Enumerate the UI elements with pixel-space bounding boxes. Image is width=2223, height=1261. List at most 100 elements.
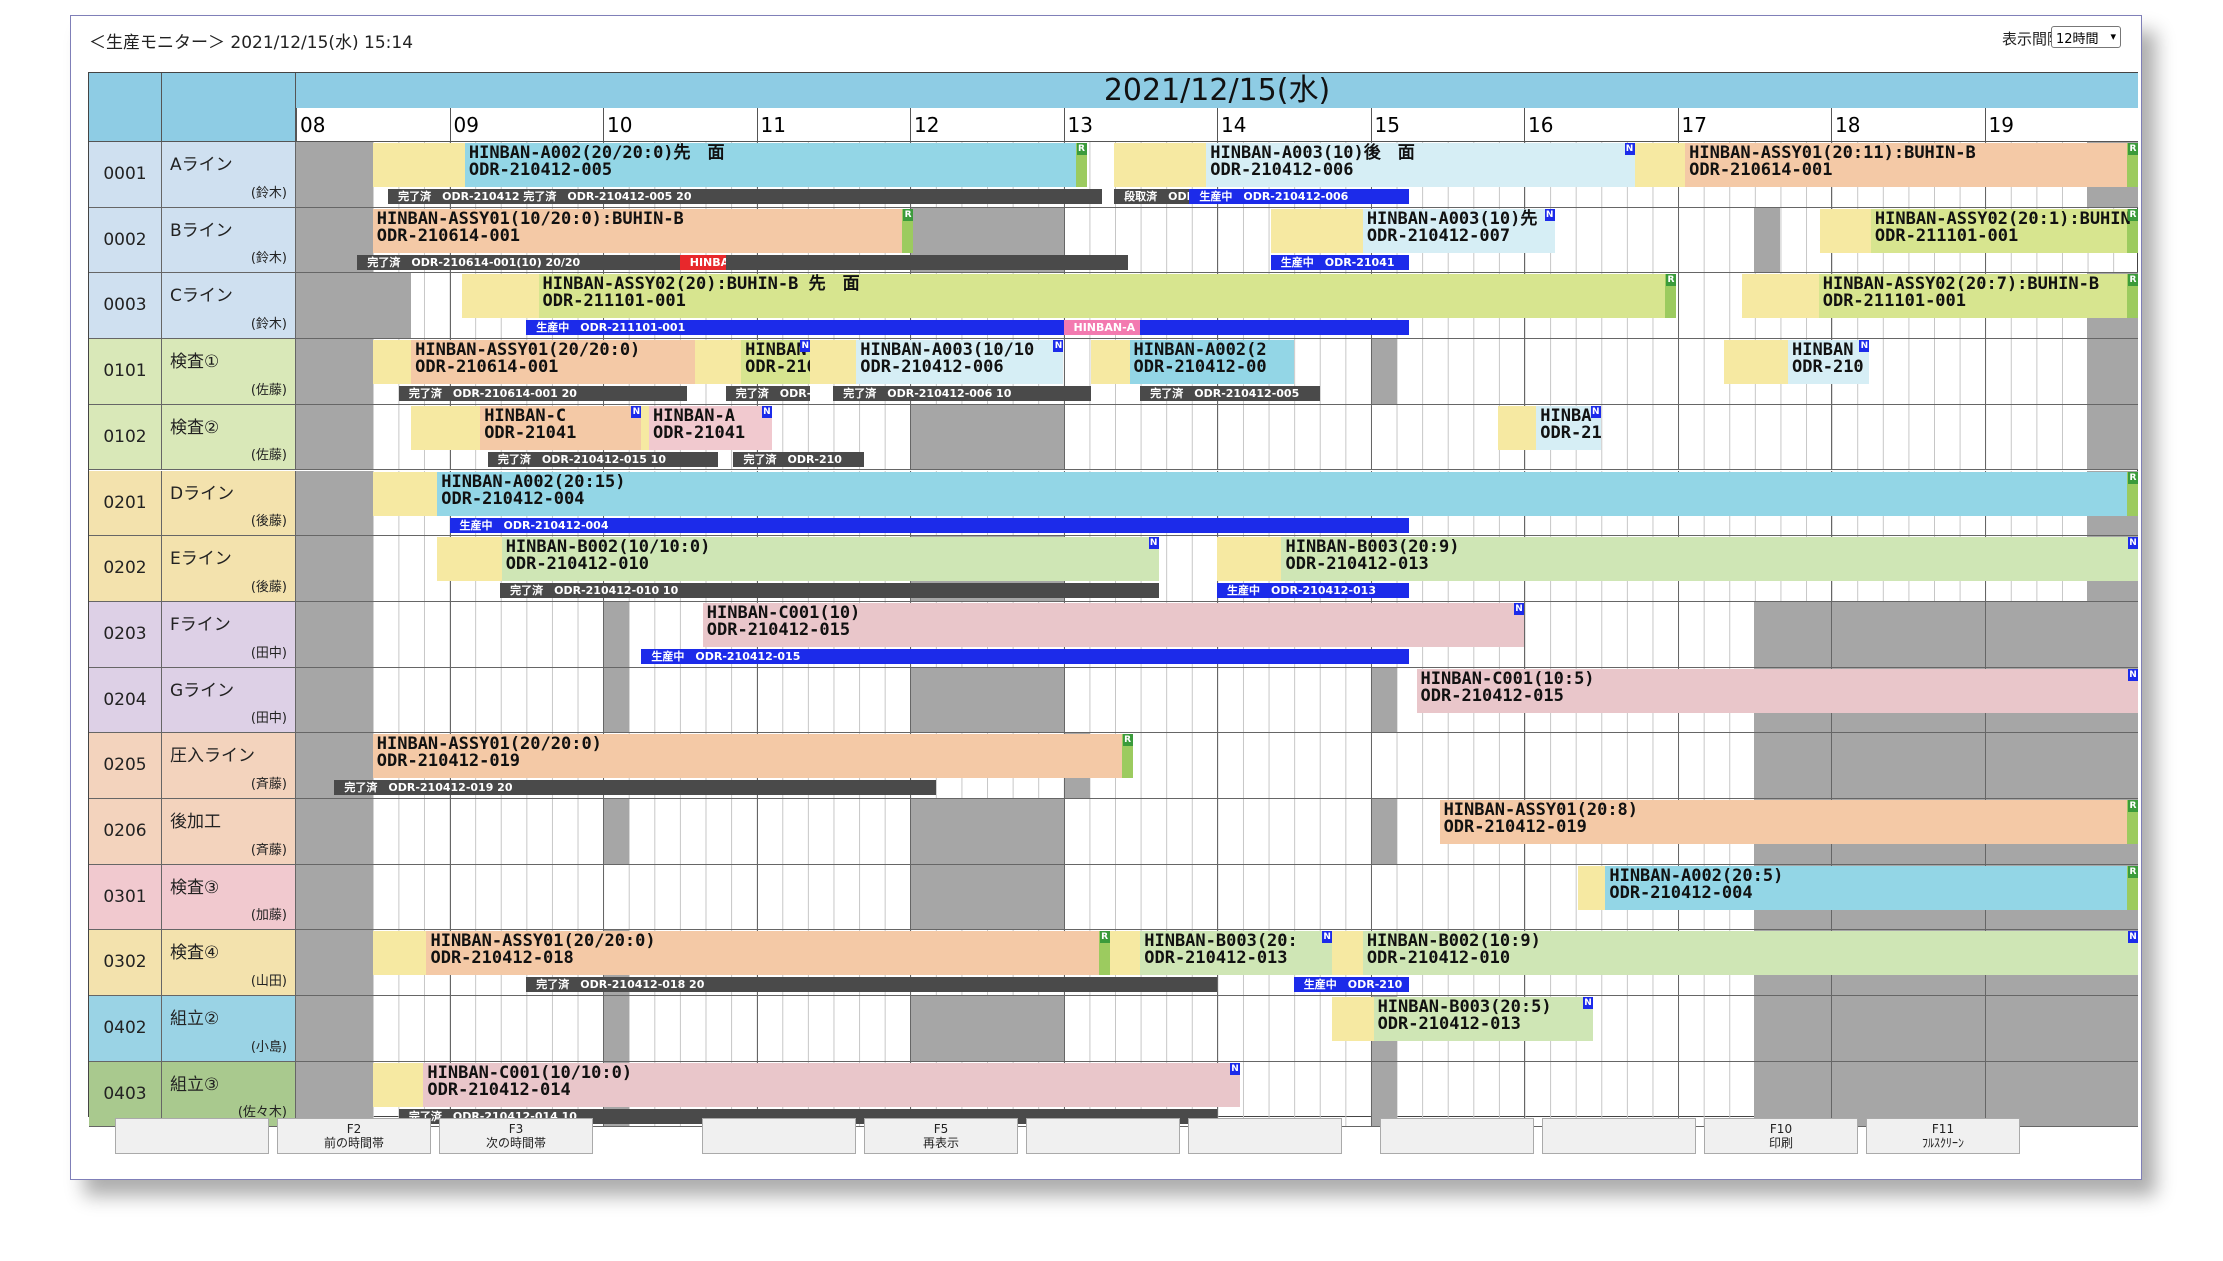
line-label: Cライン	[170, 286, 233, 307]
task-bar[interactable]: HINBAN-C ODR-21041 N	[411, 405, 642, 450]
status-bar-prod[interactable]	[1140, 320, 1409, 336]
task-bar[interactable]: HINBAN ODR-210 N	[695, 340, 811, 385]
hour-gridline	[1217, 864, 1218, 930]
status-bar-prod[interactable]: 生産中 ODR-210412-004	[449, 517, 1409, 533]
status-bar-stop[interactable]: 段取済 ODR	[1114, 189, 1190, 204]
status-bar-done[interactable]	[725, 254, 1128, 270]
status-bar-prod[interactable]: 生産中 ODR-211101-001	[526, 320, 1064, 336]
fkey-blank-button[interactable]	[1380, 1118, 1534, 1154]
status-bar-prod[interactable]: 生産中 ODR-210412-006	[1189, 189, 1409, 204]
task-order-number: ODR-210412-014	[427, 1079, 571, 1100]
non-working-time	[1754, 207, 1781, 273]
fkey-f3-button[interactable]: F3 次の時間帯	[439, 1118, 593, 1154]
fkey-blank-button[interactable]	[115, 1118, 269, 1154]
task-bar[interactable]: HINBAN-A002(20:5) ODR-210412-004 R	[1577, 865, 2138, 910]
task-bar[interactable]: HINBAN-ASSY01(20/20:0) ODR-210412-019 R	[372, 734, 1133, 779]
task-bar[interactable]: HINBAN-ASSY01(20/20:0) ODR-210614-001	[372, 340, 696, 385]
task-bar[interactable]: HINBA ODR-21 N	[1497, 405, 1601, 450]
row-timeline: HINBAN-ASSY01(20:8) ODR-210412-019 R	[296, 799, 2138, 865]
task-label: HINBAN-ASSY02(20:7):BUHIN-B ODR-211101-00…	[1823, 276, 2099, 310]
hour-gridline	[1984, 339, 1986, 404]
non-working-time	[910, 996, 1064, 1061]
task-bar[interactable]: HINBAN-A002(20/20:0)先 面 ODR-210412-005 R	[372, 143, 1087, 187]
task-bar[interactable]: HINBAN-ASSY01(10/20:0):BUHIN-B ODR-210614…	[372, 208, 914, 253]
status-bar-prod[interactable]: 生産中 ODR-210412-013	[1217, 583, 1409, 599]
task-order-number: ODR-210412-010	[1366, 948, 1511, 969]
task-bar[interactable]: HINBAN-ASSY02(20:1):BUHIN-B ODR-211101-00…	[1820, 208, 2138, 253]
task-bar[interactable]: HINBAN-A003(10)後 面 ODR-210412-006 N	[1114, 143, 1635, 187]
interval-select-value: 12時間	[2056, 31, 2099, 47]
row-timeline: HINBAN-A002(20:5) ODR-210412-004 R	[296, 864, 2138, 931]
task-bar[interactable]: HINBAN-B002(10/10:0) ODR-210412-010 N	[437, 537, 1159, 582]
status-bar-done[interactable]: 完了済 ODR-210412-015 10	[487, 451, 719, 467]
status-bar-done[interactable]: 完了済 ODR-210412-019 20	[334, 780, 937, 796]
line-label: 組立②	[170, 1009, 220, 1030]
fkey-blank-button[interactable]	[1542, 1118, 1696, 1154]
task-bar[interactable]: HINBAN-B003(20:9) ODR-210412-013 N	[1217, 537, 2138, 582]
task-order-number: ODR-210412-010	[505, 554, 649, 575]
status-bar-done[interactable]: 完了済 ODR-210412-005	[1140, 386, 1320, 402]
status-bar-done[interactable]: 完了済 ODR-210412-018 20	[526, 977, 1217, 993]
task-bar[interactable]: HINBAN-C001(10:5) ODR-210412-015 N	[1416, 668, 2138, 713]
status-bar-done[interactable]: 完了済 ODR-210412 完了済 ODR-210412-005 20	[388, 189, 1102, 204]
interval-select[interactable]: 12時間 ▾	[2051, 26, 2121, 48]
hour-gridline	[1217, 667, 1218, 733]
hour-gridline	[1524, 1061, 1525, 1127]
task-bar[interactable]: HINBAN ODR-210 N	[1723, 340, 1870, 385]
hour-gridline	[1217, 799, 1218, 864]
fkey-blank-button[interactable]	[1188, 1118, 1342, 1154]
hour-header: 13	[1063, 108, 1217, 142]
row-timeline: HINBAN-ASSY01(20/20:0) ODR-210614-001 HINB…	[296, 339, 2138, 405]
status-bar-prod[interactable]: 生産中 ODR-21041	[1270, 254, 1409, 270]
operator-label: (鈴木)	[250, 185, 287, 201]
fkey-blank-button[interactable]	[702, 1118, 856, 1154]
status-bar-done[interactable]: 完了済 ODR-210412-006 10	[833, 386, 1092, 402]
task-bar[interactable]: HINBAN-A ODR-21041 N	[641, 405, 772, 450]
task-bar[interactable]: HINBAN-ASSY01(20/20:0) ODR-210412-018 R	[372, 931, 1110, 976]
task-bar[interactable]: HINBAN-C001(10/10:0) ODR-210412-014 N	[372, 1062, 1241, 1107]
status-bar-done[interactable]: 完了済 ODR-210614-001(10) 20/20	[357, 254, 680, 270]
fkey-f10-button[interactable]: F10 印刷	[1704, 1118, 1858, 1154]
task-bar[interactable]: HINBAN-ASSY01(20:11):BUHIN-B ODR-210614-0…	[1634, 143, 2138, 187]
fkey-f5-button[interactable]: F5 再表示	[864, 1118, 1018, 1154]
status-bar-prod[interactable]: 生産中 ODR-210	[1293, 977, 1409, 993]
status-bar-done[interactable]: 完了済 ODR-210	[733, 451, 864, 467]
task-bar[interactable]: HINBAN-B003(20:5) ODR-210412-013 N	[1332, 997, 1594, 1042]
status-bar-red[interactable]: HINBA	[679, 254, 726, 270]
task-label: HINBAN-A002(20:15) ODR-210412-004	[441, 473, 625, 508]
task-order-number: ODR-211101-001	[1822, 291, 1967, 312]
task-label: HINBAN-A002(20:5) ODR-210412-004	[1609, 867, 1783, 902]
row-timeline: HINBAN-ASSY01(20/20:0) ODR-210412-019 R 完了済…	[296, 733, 2138, 799]
task-label: HINBAN-B002(10/10:0) ODR-210412-010	[506, 539, 711, 573]
status-bar-pink[interactable]: HINBAN-A	[1063, 320, 1141, 336]
task-bar[interactable]: HINBAN-B003(20: ODR-210412-013 N	[1109, 931, 1333, 976]
row-line-name: Cライン (鈴木)	[162, 273, 296, 340]
task-bar[interactable]: HINBAN-A002(20:15) ODR-210412-004 R	[372, 471, 2138, 516]
fkey-blank-button[interactable]	[1026, 1118, 1180, 1154]
row-code: 0201	[89, 470, 162, 537]
task-bar[interactable]: HINBAN-A002(2 ODR-210412-00	[1091, 340, 1294, 385]
task-label: HINBAN-A003(10)先 面 ODR-210412-007	[1367, 210, 1555, 245]
fkey-f2-button[interactable]: F2 前の時間帯	[277, 1118, 431, 1154]
task-label: HINBAN-ASSY01(20/20:0) ODR-210614-001	[415, 342, 640, 376]
row-line-name: 検査② (佐藤)	[162, 404, 296, 471]
status-bar-done[interactable]: 完了済 ODR-210412-010 10	[500, 583, 1159, 599]
status-bar-prod[interactable]: 生産中 ODR-210412-015	[641, 648, 1409, 664]
fkey-f11-button[interactable]: F11 ﾌﾙｽｸﾘｰﾝ	[1866, 1118, 2020, 1154]
hour-gridline	[449, 667, 451, 733]
task-bar[interactable]: HINBAN-A003(10/10 ODR-210412-006 N	[810, 340, 1064, 385]
task-bar[interactable]: HINBAN-ASSY02(20:7):BUHIN-B ODR-211101-00…	[1741, 274, 2138, 319]
status-bar-done[interactable]: 完了済 ODR-210614-001 20	[398, 386, 688, 402]
hour-header: 12	[910, 108, 1064, 142]
hour-gridline	[603, 667, 604, 733]
task-label: HINBAN-ASSY01(10/20:0):BUHIN-B ODR-210614…	[377, 210, 684, 245]
task-bar[interactable]: HINBAN-B002(10:9) ODR-210412-010 N	[1332, 931, 2138, 976]
status-bar-done[interactable]: 完了済 ODR-210	[725, 386, 811, 402]
task-bar[interactable]: HINBAN-C001(10) ODR-210412-015 N	[702, 602, 1524, 647]
task-bar[interactable]: HINBAN-ASSY02(20):BUHIN-B 先 面 ODR-211101-…	[461, 274, 1676, 319]
task-bar[interactable]: HINBAN-A003(10)先 面 ODR-210412-007 N	[1270, 208, 1555, 253]
operator-label: (佐藤)	[250, 382, 287, 398]
ready-status-icon: R	[903, 208, 914, 221]
setup-segment	[1217, 537, 1282, 582]
task-bar[interactable]: HINBAN-ASSY01(20:8) ODR-210412-019 R	[1439, 800, 2138, 844]
